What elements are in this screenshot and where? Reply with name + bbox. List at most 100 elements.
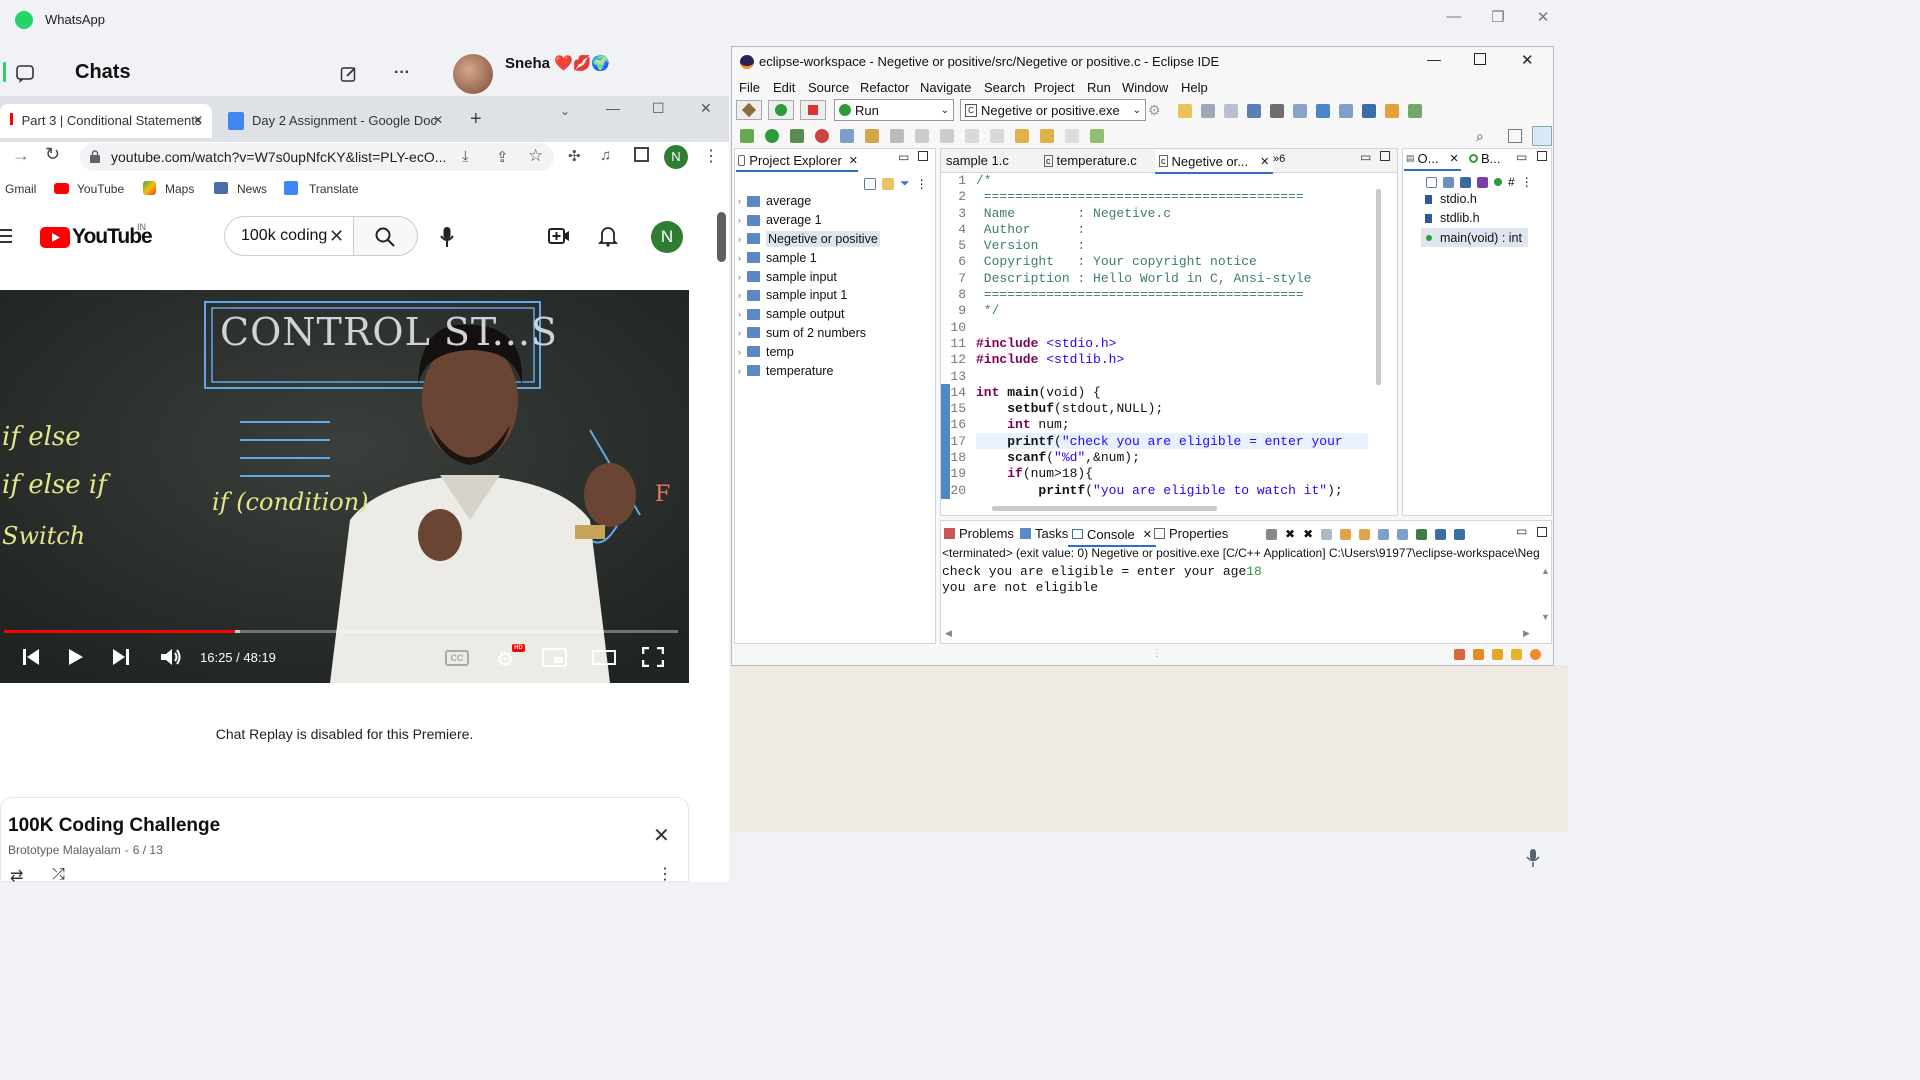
- refresh-icon[interactable]: [1408, 104, 1422, 118]
- youtube-logo-icon[interactable]: [40, 227, 70, 248]
- close-icon[interactable]: ✕: [1449, 152, 1458, 165]
- close-icon[interactable]: ✕: [1143, 528, 1152, 541]
- scroll-lock-icon[interactable]: [1340, 528, 1352, 540]
- editor-tab[interactable]: c temperature.c: [1044, 153, 1137, 168]
- tab-search-icon[interactable]: ⌄: [560, 104, 570, 118]
- code-line[interactable]: 3 Name : Negetive.c: [944, 206, 1368, 222]
- launch-mode-select[interactable]: Run ⌄: [834, 99, 954, 121]
- outline-item[interactable]: stdlib.h: [1425, 211, 1480, 225]
- tree-item[interactable]: › temp: [738, 342, 934, 361]
- create-icon[interactable]: [548, 227, 570, 245]
- minimize-view-icon[interactable]: ▭: [1360, 150, 1371, 164]
- contact-avatar[interactable]: [453, 54, 493, 94]
- tree-item[interactable]: › sample output: [738, 305, 934, 324]
- remove-all-icon[interactable]: ✖: [1303, 527, 1313, 541]
- expand-arrow-icon[interactable]: ›: [738, 366, 741, 376]
- chats-icon[interactable]: [14, 62, 36, 84]
- close-playlist-icon[interactable]: ✕: [653, 823, 670, 848]
- playlist-channel[interactable]: Brototype Malayalam: [8, 843, 121, 857]
- expand-arrow-icon[interactable]: ›: [738, 234, 741, 244]
- contact-name-group[interactable]: Sneha ❤️💋🌍: [505, 54, 610, 73]
- word-wrap-icon[interactable]: [1359, 528, 1371, 540]
- annotation-icon[interactable]: [965, 129, 979, 143]
- restore-icon[interactable]: ❐: [1488, 8, 1508, 28]
- status-icon[interactable]: [1511, 649, 1522, 660]
- tab-tasks[interactable]: Tasks: [1020, 526, 1068, 541]
- tab-properties[interactable]: Properties: [1154, 526, 1228, 541]
- open-console-icon[interactable]: [1454, 528, 1466, 540]
- menu-edit[interactable]: Edit: [773, 80, 795, 95]
- reload-icon[interactable]: ↻: [45, 144, 60, 165]
- filter-icon[interactable]: ⏷: [900, 176, 910, 191]
- code-line[interactable]: 1 /*: [944, 173, 1368, 189]
- menu-refactor[interactable]: Refactor: [860, 80, 909, 95]
- code-line[interactable]: 6 Copyright : Your copyright notice: [944, 254, 1368, 270]
- tab-problems[interactable]: Problems: [944, 526, 1014, 541]
- status-icon[interactable]: [1492, 649, 1503, 660]
- scroll-left-icon[interactable]: ◀: [945, 628, 952, 639]
- next-icon[interactable]: [112, 648, 130, 666]
- menu-search[interactable]: Search: [984, 80, 1025, 95]
- minimize-view-icon[interactable]: ▭: [898, 150, 909, 164]
- collapse-all-icon[interactable]: [1426, 176, 1437, 188]
- code-line[interactable]: 13: [944, 369, 1368, 385]
- expand-arrow-icon[interactable]: ›: [738, 290, 741, 300]
- captions-icon[interactable]: CC: [445, 650, 469, 666]
- tree-item-selected[interactable]: › Negetive or positive: [738, 230, 934, 249]
- youtube-account-avatar[interactable]: N: [651, 221, 683, 253]
- maximize-view-icon[interactable]: [1537, 527, 1547, 537]
- menu-source[interactable]: Source: [808, 80, 849, 95]
- tree-item[interactable]: › average: [738, 192, 934, 211]
- lock-icon[interactable]: [90, 150, 100, 163]
- status-icon[interactable]: [1530, 649, 1541, 660]
- code-line[interactable]: 10: [944, 320, 1368, 336]
- previous-icon[interactable]: [22, 648, 40, 666]
- console-output-line[interactable]: check you are eligible = enter your age1…: [942, 564, 1262, 579]
- extensions-icon[interactable]: ✣: [568, 147, 581, 165]
- code-line[interactable]: 9 */: [944, 303, 1368, 319]
- next-annotation-icon[interactable]: [990, 129, 1004, 143]
- open-perspective-icon[interactable]: [1508, 129, 1522, 143]
- menu-window[interactable]: Window: [1122, 80, 1168, 95]
- maximize-view-icon[interactable]: [1537, 151, 1547, 161]
- forward-icon[interactable]: [1065, 129, 1079, 143]
- new-icon[interactable]: [1178, 104, 1192, 118]
- save-all-icon[interactable]: [1224, 104, 1238, 118]
- progress-track[interactable]: [4, 630, 678, 633]
- profile-avatar[interactable]: N: [664, 145, 688, 169]
- page-scrollbar[interactable]: [717, 212, 726, 262]
- toggle-block-icon[interactable]: [915, 129, 929, 143]
- expand-arrow-icon[interactable]: ›: [738, 328, 741, 338]
- url-text[interactable]: youtube.com/watch?v=W7s0upNfcKY&list=PLY…: [111, 149, 446, 165]
- build-targets-tab[interactable]: B...: [1469, 151, 1501, 166]
- tree-item[interactable]: › sample input 1: [738, 286, 934, 305]
- menu-run[interactable]: Run: [1087, 80, 1111, 95]
- minimize-icon[interactable]: —: [606, 100, 620, 116]
- code-line[interactable]: 4 Author :: [944, 222, 1368, 238]
- play-icon[interactable]: [68, 648, 84, 666]
- code-line[interactable]: 11 #include <stdio.h>: [944, 336, 1368, 352]
- more-tabs[interactable]: »6: [1273, 153, 1285, 165]
- outline-item[interactable]: stdio.h: [1425, 192, 1477, 206]
- terminate-icon[interactable]: [800, 100, 826, 120]
- menu-file[interactable]: File: [739, 80, 760, 95]
- minimize-view-icon[interactable]: ▭: [1516, 150, 1527, 164]
- close-icon[interactable]: ✕: [700, 100, 712, 117]
- forward-icon[interactable]: →: [12, 145, 30, 166]
- run-debug-icon[interactable]: [768, 100, 794, 120]
- last-edit-icon[interactable]: [1015, 129, 1029, 143]
- pin-editor-icon[interactable]: [1090, 129, 1104, 143]
- editor-tab-active[interactable]: c Negetive or... ✕: [1155, 150, 1274, 174]
- notifications-icon[interactable]: [598, 225, 618, 247]
- code-line[interactable]: 18 scanf("%d",&num);: [944, 450, 1368, 466]
- view-menu-icon[interactable]: ⋮: [1521, 175, 1533, 189]
- minimize-view-icon[interactable]: ▭: [1516, 524, 1527, 538]
- launch-config-gear-icon[interactable]: ⚙: [1148, 102, 1161, 119]
- status-icon[interactable]: [1454, 649, 1465, 660]
- hide-fields-icon[interactable]: [1460, 176, 1471, 188]
- code-line[interactable]: 12 #include <stdlib.h>: [944, 352, 1368, 368]
- bookmark-maps[interactable]: Maps: [165, 182, 194, 196]
- chrome-menu-icon[interactable]: ⋮: [703, 146, 719, 166]
- theater-mode-icon[interactable]: [592, 650, 616, 665]
- maximize-icon[interactable]: [1474, 53, 1486, 65]
